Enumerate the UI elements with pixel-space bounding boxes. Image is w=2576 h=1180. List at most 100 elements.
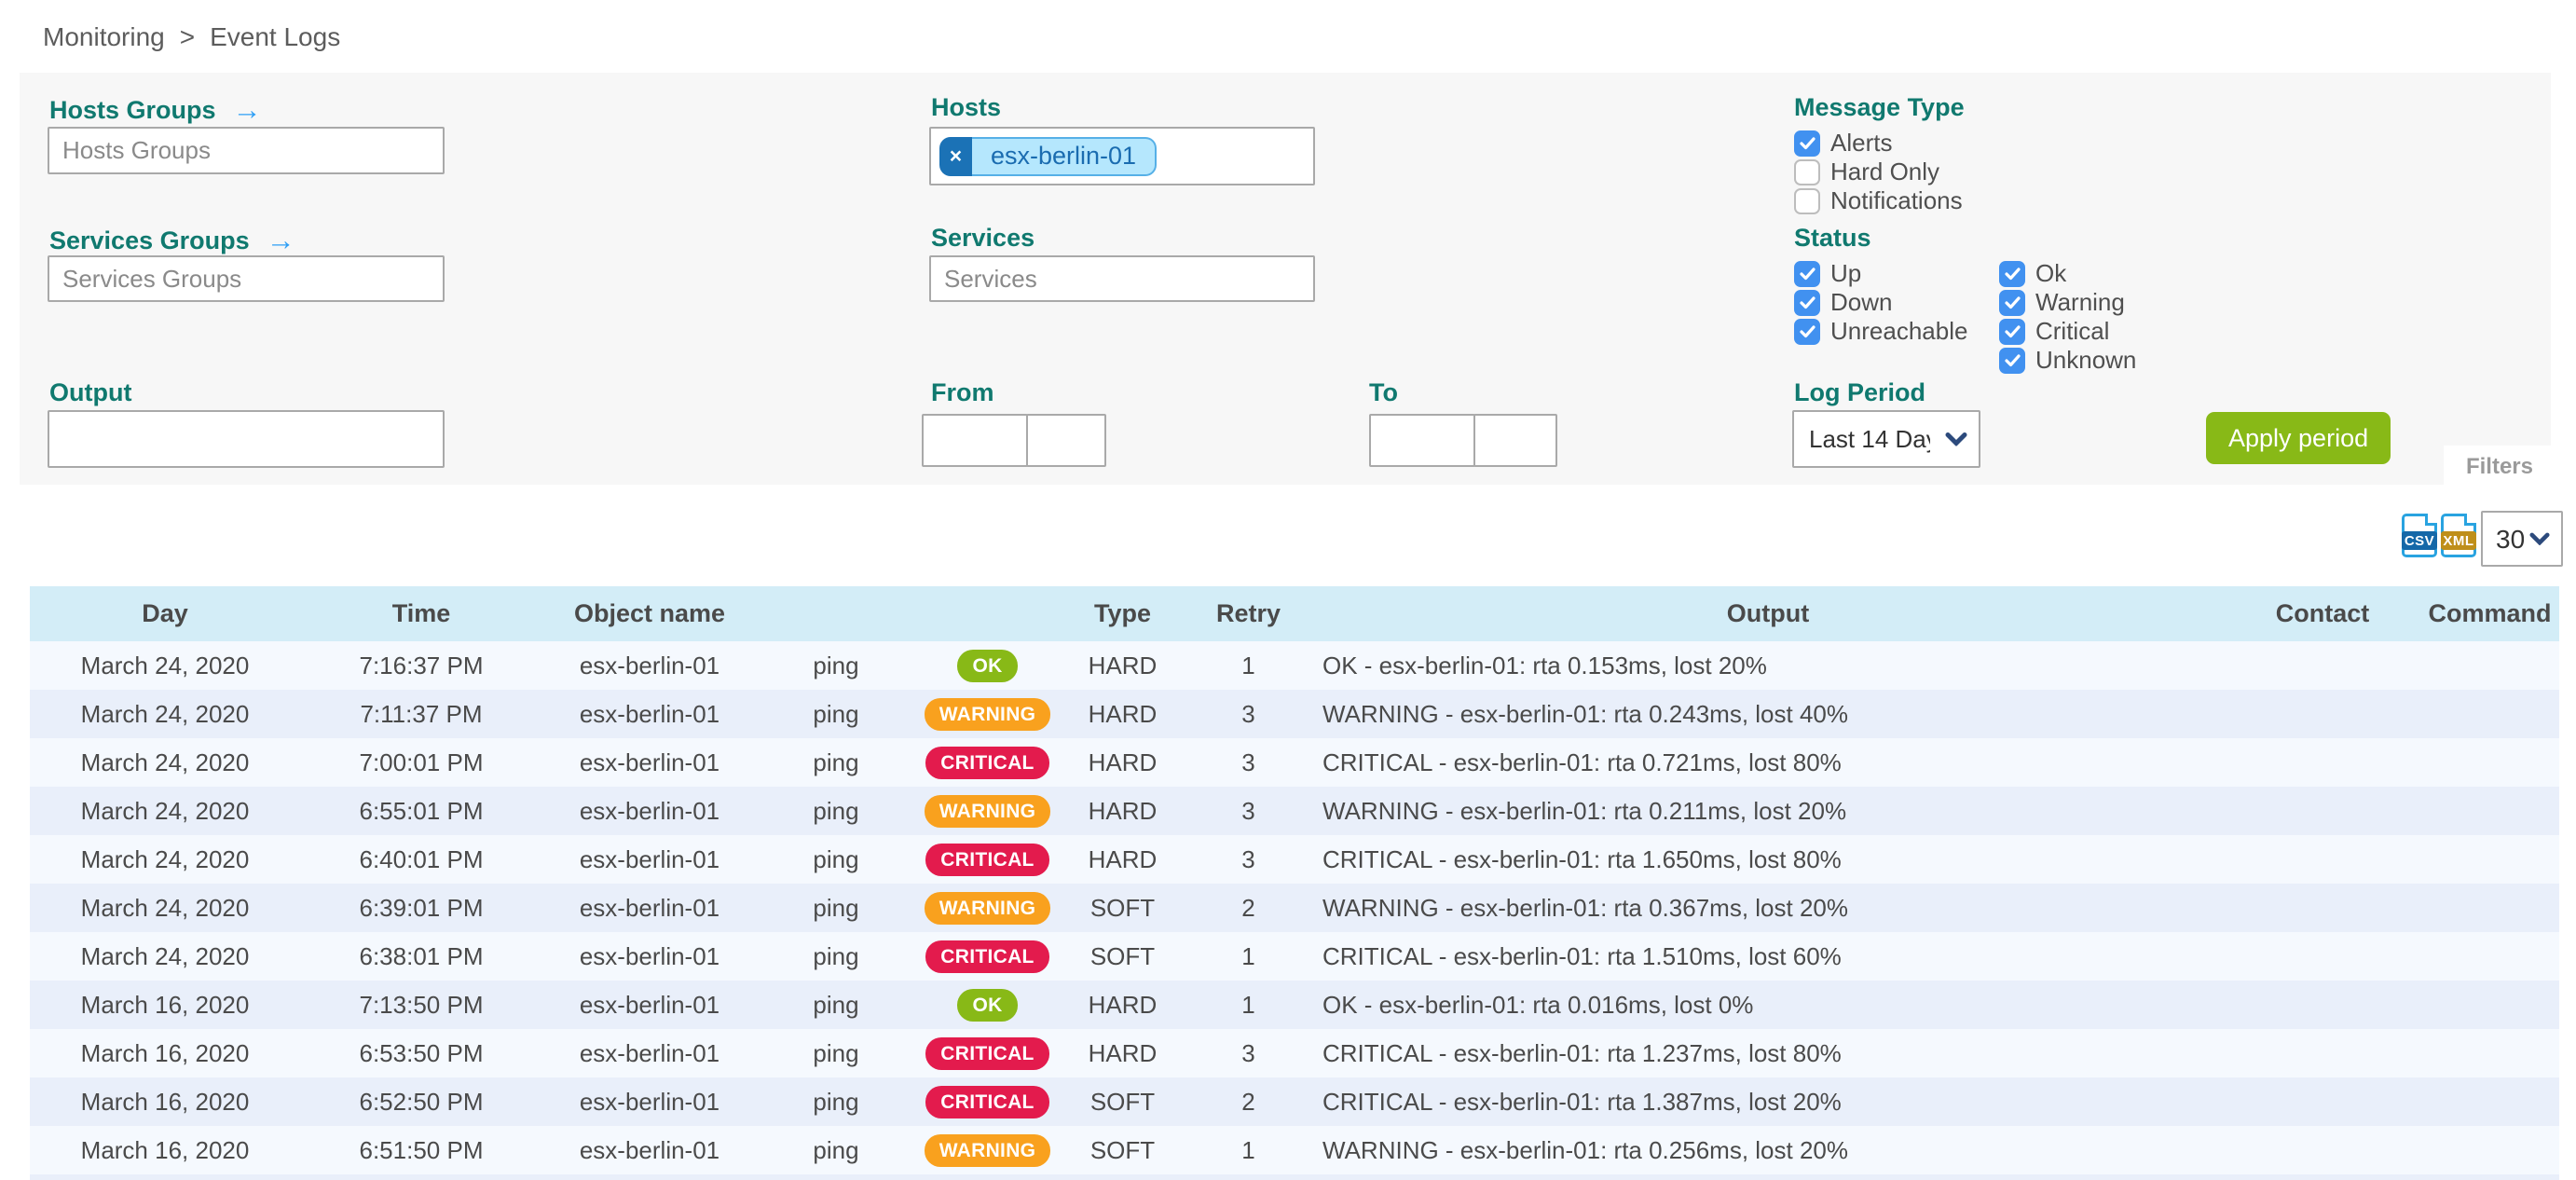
checkbox-status-unknown[interactable]: Unknown bbox=[1999, 346, 2136, 375]
host-chip[interactable]: × esx-berlin-01 bbox=[939, 137, 1157, 176]
checkbox-icon[interactable] bbox=[1999, 319, 2025, 345]
export-csv-button[interactable]: CSV bbox=[2402, 514, 2437, 557]
cell-status: CRITICAL bbox=[915, 1077, 1060, 1126]
hosts-groups-label: Hosts Groups → bbox=[49, 93, 262, 127]
cell-service: ping bbox=[757, 932, 915, 981]
chip-remove-icon[interactable]: × bbox=[939, 137, 972, 176]
cell-type: HARD bbox=[1060, 738, 1185, 787]
table-row: March 24, 2020 6:39:01 PM esx-berlin-01 … bbox=[30, 884, 2559, 932]
cell-contact bbox=[2225, 1174, 2420, 1180]
status-badge: CRITICAL bbox=[925, 940, 1048, 973]
cell-type: SOFT bbox=[1060, 932, 1185, 981]
filters-tab[interactable]: Filters bbox=[2444, 446, 2555, 488]
cell-status: CRITICAL bbox=[915, 1029, 1060, 1077]
status-checkboxes-col2: Ok Warning Critical Unknown bbox=[1999, 259, 2136, 375]
cell-time: 6:52:50 PM bbox=[300, 1077, 542, 1126]
checkbox-message-type-alerts[interactable]: Alerts bbox=[1794, 129, 1963, 158]
hosts-groups-arrow-icon[interactable]: → bbox=[233, 93, 262, 127]
cell-day: March 24, 2020 bbox=[30, 884, 300, 932]
cell-command bbox=[2420, 738, 2559, 787]
export-xml-button[interactable]: XML bbox=[2441, 514, 2476, 557]
checkbox-label: Warning bbox=[2035, 288, 2125, 317]
checkbox-icon[interactable] bbox=[1794, 159, 1820, 185]
checkbox-message-type-hard-only[interactable]: Hard Only bbox=[1794, 158, 1963, 186]
checkbox-icon[interactable] bbox=[1794, 188, 1820, 214]
cell-time: 7:00:01 PM bbox=[300, 738, 542, 787]
from-date-input[interactable] bbox=[922, 414, 1028, 467]
cell-day bbox=[30, 1174, 300, 1180]
checkbox-label: Ok bbox=[2035, 259, 2066, 288]
status-checkboxes-col1: Up Down Unreachable bbox=[1794, 259, 1967, 346]
breadcrumb-separator: > bbox=[180, 22, 195, 52]
log-period-label: Log Period bbox=[1794, 378, 1925, 407]
cell-time: 7:11:37 PM bbox=[300, 690, 542, 738]
cell-time: 7:13:50 PM bbox=[300, 981, 542, 1029]
hosts-input[interactable]: × esx-berlin-01 bbox=[929, 127, 1315, 185]
cell-service: ping bbox=[757, 738, 915, 787]
cell-contact bbox=[2225, 738, 2420, 787]
cell-time: 6:51:50 PM bbox=[300, 1126, 542, 1174]
cell-status: OK bbox=[915, 641, 1060, 690]
apply-period-button[interactable]: Apply period bbox=[2206, 412, 2391, 464]
checkbox-status-unreachable[interactable]: Unreachable bbox=[1794, 317, 1967, 346]
log-period-select[interactable]: Last 14 Days bbox=[1792, 410, 1980, 468]
page-size-select[interactable]: 30 bbox=[2481, 511, 2563, 567]
checkbox-label: Unreachable bbox=[1830, 317, 1967, 346]
checkbox-icon[interactable] bbox=[1999, 348, 2025, 374]
cell-output: WARNING - esx-berlin-01: rta 0.243ms, lo… bbox=[1311, 690, 2225, 738]
cell-status: OK bbox=[915, 981, 1060, 1029]
status-badge: CRITICAL bbox=[925, 1037, 1048, 1070]
cell-output: OK - esx-berlin-01: rta 0.016ms, lost 0% bbox=[1311, 981, 2225, 1029]
status-badge: CRITICAL bbox=[925, 844, 1048, 876]
status-badge: WARNING bbox=[925, 1134, 1051, 1167]
checkbox-status-down[interactable]: Down bbox=[1794, 288, 1967, 317]
cell-type: SOFT bbox=[1060, 884, 1185, 932]
cell-output: WARNING - esx-berlin-01: rta 0.211ms, lo… bbox=[1311, 787, 2225, 835]
checkbox-message-type-notifications[interactable]: Notifications bbox=[1794, 186, 1963, 215]
cell-command bbox=[2420, 1174, 2559, 1180]
cell-contact bbox=[2225, 835, 2420, 884]
checkbox-status-up[interactable]: Up bbox=[1794, 259, 1967, 288]
to-date-input[interactable] bbox=[1369, 414, 1475, 467]
cell-service: ping bbox=[757, 981, 915, 1029]
event-logs-table: Day Time Object name Type Retry Output C… bbox=[30, 586, 2559, 1180]
status-badge: WARNING bbox=[925, 795, 1051, 828]
checkbox-icon[interactable] bbox=[1794, 290, 1820, 316]
cell-object-name bbox=[542, 1174, 757, 1180]
hosts-groups-input[interactable] bbox=[48, 127, 445, 174]
cell-day: March 24, 2020 bbox=[30, 835, 300, 884]
output-input[interactable] bbox=[48, 410, 445, 468]
cell-retry: 1 bbox=[1185, 641, 1311, 690]
cell-service: ping bbox=[757, 690, 915, 738]
checkbox-icon[interactable] bbox=[1794, 261, 1820, 287]
checkbox-label: Down bbox=[1830, 288, 1892, 317]
cell-status: WARNING bbox=[915, 787, 1060, 835]
cell-command bbox=[2420, 1029, 2559, 1077]
cell-type: HARD bbox=[1060, 690, 1185, 738]
cell-day: March 16, 2020 bbox=[30, 981, 300, 1029]
services-groups-arrow-icon[interactable]: → bbox=[267, 224, 295, 257]
cell-contact bbox=[2225, 932, 2420, 981]
breadcrumb-monitoring[interactable]: Monitoring bbox=[43, 22, 165, 52]
services-groups-input[interactable] bbox=[48, 255, 445, 302]
checkbox-status-ok[interactable]: Ok bbox=[1999, 259, 2136, 288]
status-badge: CRITICAL bbox=[925, 747, 1048, 779]
from-time-input[interactable] bbox=[1026, 414, 1106, 467]
status-badge: OK bbox=[957, 989, 1017, 1022]
checkbox-icon[interactable] bbox=[1999, 290, 2025, 316]
checkbox-status-critical[interactable]: Critical bbox=[1999, 317, 2136, 346]
to-time-input[interactable] bbox=[1473, 414, 1557, 467]
checkbox-icon[interactable] bbox=[1794, 319, 1820, 345]
checkbox-icon[interactable] bbox=[1999, 261, 2025, 287]
cell-status: WARNING bbox=[915, 690, 1060, 738]
cell-contact bbox=[2225, 787, 2420, 835]
cell-command bbox=[2420, 884, 2559, 932]
cell-time: 7:16:37 PM bbox=[300, 641, 542, 690]
checkbox-icon[interactable] bbox=[1794, 130, 1820, 157]
table-header-row: Day Time Object name Type Retry Output C… bbox=[30, 586, 2559, 641]
breadcrumb-event-logs[interactable]: Event Logs bbox=[210, 22, 340, 52]
services-input[interactable] bbox=[929, 255, 1315, 302]
header-retry: Retry bbox=[1185, 586, 1311, 641]
checkbox-status-warning[interactable]: Warning bbox=[1999, 288, 2136, 317]
cell-contact bbox=[2225, 981, 2420, 1029]
